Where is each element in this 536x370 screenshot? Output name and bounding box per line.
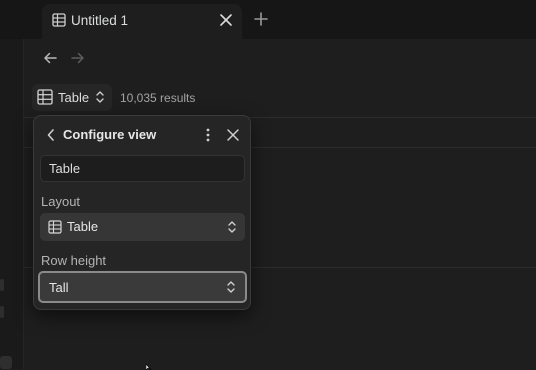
table-icon — [48, 220, 62, 234]
close-icon[interactable] — [226, 128, 240, 142]
new-tab-icon[interactable] — [253, 11, 269, 27]
arrow-right-icon[interactable] — [70, 51, 86, 65]
chevron-up-down-icon — [228, 221, 236, 233]
chevron-up-down-icon — [227, 281, 235, 293]
table-icon — [37, 89, 53, 105]
results-count: 10,035 results — [120, 91, 196, 105]
layout-select[interactable]: Table — [40, 213, 245, 241]
chevron-left-icon[interactable] — [46, 128, 56, 142]
tab-title: Untitled 1 — [71, 13, 129, 28]
layout-select-value: Table — [67, 219, 99, 234]
view-selector-label: Table — [58, 90, 90, 105]
layout-label: Layout — [41, 194, 81, 209]
popover-title: Configure view — [63, 127, 157, 142]
close-icon[interactable] — [219, 13, 233, 27]
sidebar-button[interactable] — [0, 356, 12, 369]
configure-view-popover: Configure view Layout Table Row height T… — [33, 115, 251, 310]
view-name-input[interactable] — [40, 155, 245, 182]
row-height-select-value: Tall — [49, 280, 69, 295]
row-height-label: Row height — [41, 253, 107, 268]
chevron-up-down-icon — [96, 91, 104, 103]
sidebar-handle[interactable] — [0, 306, 4, 318]
mouse-cursor-icon — [146, 364, 152, 370]
view-selector-button[interactable]: Table — [32, 84, 112, 111]
sidebar-handle[interactable] — [0, 279, 4, 291]
tab-untitled[interactable]: Untitled 1 — [42, 4, 242, 39]
arrow-left-icon[interactable] — [42, 51, 58, 65]
table-icon — [52, 13, 66, 27]
more-vertical-icon[interactable] — [202, 127, 214, 143]
row-height-select[interactable]: Tall — [38, 271, 247, 303]
left-sidebar-strip — [0, 39, 24, 369]
